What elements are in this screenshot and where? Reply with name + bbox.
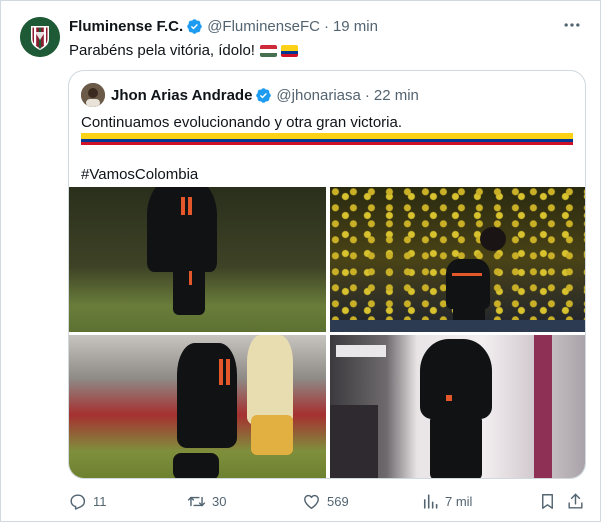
reply-count: 11 bbox=[93, 493, 107, 509]
tweet-text-content: Parabéns pela vitória, ídolo! bbox=[69, 42, 255, 59]
player-tackle-photo[interactable] bbox=[69, 335, 326, 478]
colombia-flag-icon bbox=[407, 117, 424, 129]
fluminense-crest-icon[interactable] bbox=[20, 17, 60, 57]
separator-dot: · bbox=[323, 17, 329, 35]
quoted-author-handle[interactable]: @jhonariasa bbox=[276, 87, 360, 104]
author-name[interactable]: Fluminense F.C. bbox=[69, 18, 183, 35]
colombia-flag-icon bbox=[280, 45, 298, 57]
hashtag-link[interactable]: #VamosColombia bbox=[81, 165, 198, 185]
repost-icon bbox=[187, 496, 206, 506]
like-count: 569 bbox=[327, 493, 349, 509]
tweet-card[interactable]: Fluminense F.C. @FluminenseFC · 19 min P… bbox=[0, 0, 601, 522]
quoted-author-avatar[interactable] bbox=[81, 83, 105, 107]
share-button[interactable] bbox=[566, 487, 591, 515]
reply-button[interactable]: 11 bbox=[68, 487, 107, 515]
player-standing-crowd-photo[interactable] bbox=[330, 187, 585, 332]
heart-icon bbox=[304, 494, 319, 509]
media-grid bbox=[69, 187, 585, 478]
player-tunnel-photo[interactable] bbox=[330, 335, 585, 478]
more-options-icon[interactable] bbox=[562, 15, 582, 35]
reply-icon bbox=[70, 493, 86, 510]
repost-count: 30 bbox=[212, 493, 227, 509]
share-icon bbox=[568, 493, 583, 509]
quoted-tweet-text-content: Continuamos evolucionando y otra gran vi… bbox=[81, 114, 403, 131]
repost-button[interactable]: 30 bbox=[187, 487, 226, 515]
quoted-tweet-timestamp[interactable]: 22 min bbox=[374, 87, 419, 104]
tweet-header: Fluminense F.C. @FluminenseFC · 19 min bbox=[69, 16, 580, 36]
bookmark-icon bbox=[542, 493, 553, 509]
bookmark-button[interactable] bbox=[538, 487, 563, 515]
hungary-flag-icon bbox=[259, 45, 277, 57]
player-running-stadium-photo[interactable] bbox=[69, 187, 326, 332]
quoted-tweet-text: Continuamos evolucionando y otra gran vi… bbox=[81, 113, 573, 185]
author-handle[interactable]: @FluminenseFC bbox=[207, 18, 320, 35]
quoted-tweet-header: Jhon Arias Andrade @jhonariasa · 22 min bbox=[111, 85, 419, 105]
tweet-text: Parabéns pela vitória, ídolo! bbox=[69, 41, 298, 61]
quoted-tweet[interactable]: Jhon Arias Andrade @jhonariasa · 22 min … bbox=[68, 70, 586, 479]
verified-badge-icon[interactable] bbox=[186, 18, 203, 35]
tweet-timestamp[interactable]: 19 min bbox=[333, 18, 378, 35]
views-count: 7 mil bbox=[445, 493, 473, 509]
separator-dot: · bbox=[364, 86, 370, 104]
like-button[interactable]: 569 bbox=[302, 487, 349, 515]
views-button[interactable]: 7 mil bbox=[420, 487, 472, 515]
views-icon bbox=[423, 493, 438, 509]
quoted-author-name[interactable]: Jhon Arias Andrade bbox=[111, 87, 252, 104]
verified-badge-icon[interactable] bbox=[255, 87, 272, 104]
action-bar: 11 30 569 7 mil bbox=[68, 487, 588, 515]
